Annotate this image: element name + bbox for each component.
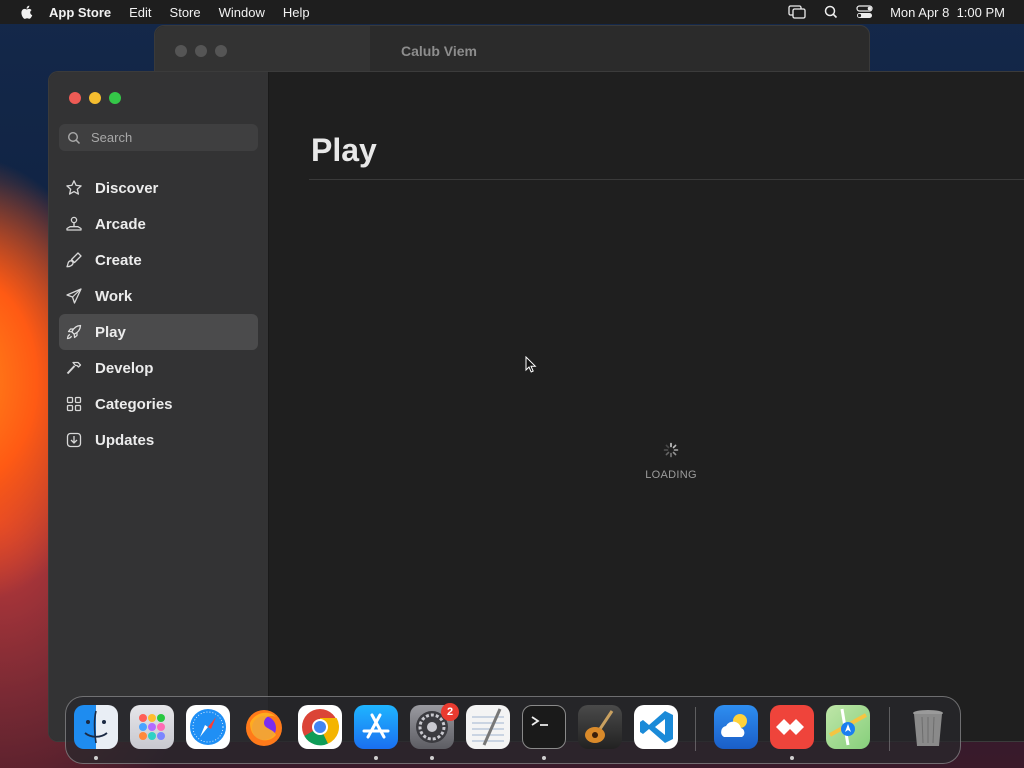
bg-zoom-dot: [215, 45, 227, 57]
sidebar-item-categories[interactable]: Categories: [59, 386, 258, 422]
control-center-icon[interactable]: [856, 5, 874, 19]
dock-app-store-icon[interactable]: [354, 705, 398, 749]
download-icon: [65, 431, 83, 449]
loading-indicator: LOADING: [631, 442, 711, 481]
menu-bar: App Store Edit Store Window Help Mon Apr…: [0, 0, 1024, 24]
dock-firefox-icon[interactable]: [242, 705, 286, 749]
dock: [65, 696, 961, 764]
mouse-pointer-icon: [525, 356, 537, 373]
dock-weather-icon[interactable]: [714, 705, 758, 749]
dock-separator: [695, 707, 696, 751]
running-indicator: [94, 756, 98, 760]
app-store-window: Discover Arcade Create Work: [48, 71, 1024, 742]
brush-icon: [65, 251, 83, 269]
system-settings-badge: 2: [441, 703, 459, 721]
grid-icon: [65, 395, 83, 413]
dock-separator: [889, 707, 890, 751]
bg-minimize-dot: [195, 45, 207, 57]
search-input[interactable]: [89, 129, 253, 146]
dock-launchpad-icon[interactable]: [130, 705, 174, 749]
menu-help[interactable]: Help: [283, 5, 310, 20]
dock-chrome-icon[interactable]: [298, 705, 342, 749]
dock-maps-icon[interactable]: [826, 705, 870, 749]
dock-finder-icon[interactable]: [74, 705, 118, 749]
search-field[interactable]: [59, 124, 258, 151]
page-title: Play: [311, 132, 377, 168]
bg-close-dot: [175, 45, 187, 57]
sidebar-item-label: Discover: [95, 179, 159, 197]
hammer-icon: [65, 359, 83, 377]
apple-logo-icon[interactable]: [19, 4, 35, 20]
menu-app-name[interactable]: App Store: [49, 5, 111, 20]
search-icon: [67, 131, 81, 144]
dock-terminal-icon[interactable]: [522, 705, 566, 749]
loading-text: LOADING: [645, 469, 697, 481]
running-indicator: [430, 756, 434, 760]
sidebar-item-label: Updates: [95, 431, 155, 449]
sidebar-item-label: Work: [95, 287, 133, 305]
menu-store[interactable]: Store: [170, 5, 201, 20]
sidebar-item-label: Play: [95, 323, 126, 341]
menu-edit[interactable]: Edit: [129, 5, 151, 20]
background-window[interactable]: Calub Viem: [154, 25, 870, 77]
zoom-button[interactable]: [109, 92, 121, 104]
joystick-icon: [65, 215, 83, 233]
dock-garageband-icon[interactable]: [578, 705, 622, 749]
sidebar-nav: Discover Arcade Create Work Play Develop…: [59, 170, 258, 458]
spinner-icon: [663, 442, 679, 458]
sidebar-item-work[interactable]: Work: [59, 278, 258, 314]
spotlight-search-icon[interactable]: [822, 5, 840, 19]
title-divider: [309, 179, 1024, 180]
main-content: Play LOADING: [269, 72, 1024, 741]
sidebar: Discover Arcade Create Work: [49, 72, 269, 741]
star-icon: [65, 179, 83, 197]
menubar-clock[interactable]: Mon Apr 8 1:00 PM: [890, 5, 1005, 20]
background-window-sidebar: [155, 26, 370, 76]
dock-trash-icon[interactable]: [906, 705, 950, 749]
screen-mirroring-icon[interactable]: [788, 5, 806, 19]
running-indicator: [790, 756, 794, 760]
dock-anydesk-icon[interactable]: [770, 705, 814, 749]
dock-vscode-icon[interactable]: [634, 705, 678, 749]
sidebar-item-label: Arcade: [95, 215, 146, 233]
minimize-button[interactable]: [89, 92, 101, 104]
running-indicator: [374, 756, 378, 760]
sidebar-item-discover[interactable]: Discover: [59, 170, 258, 206]
sidebar-item-create[interactable]: Create: [59, 242, 258, 278]
dock-safari-icon[interactable]: [186, 705, 230, 749]
menu-window[interactable]: Window: [219, 5, 265, 20]
sidebar-item-play[interactable]: Play: [59, 314, 258, 350]
sidebar-item-label: Create: [95, 251, 142, 269]
sidebar-item-updates[interactable]: Updates: [59, 422, 258, 458]
running-indicator: [542, 756, 546, 760]
sidebar-item-label: Develop: [95, 359, 154, 377]
dock-textedit-icon[interactable]: [466, 705, 510, 749]
background-window-title: Calub Viem: [401, 43, 477, 59]
rocket-icon: [65, 323, 83, 341]
sidebar-item-develop[interactable]: Develop: [59, 350, 258, 386]
sidebar-item-label: Categories: [95, 395, 173, 413]
sidebar-item-arcade[interactable]: Arcade: [59, 206, 258, 242]
paperplane-icon: [65, 287, 83, 305]
close-button[interactable]: [69, 92, 81, 104]
